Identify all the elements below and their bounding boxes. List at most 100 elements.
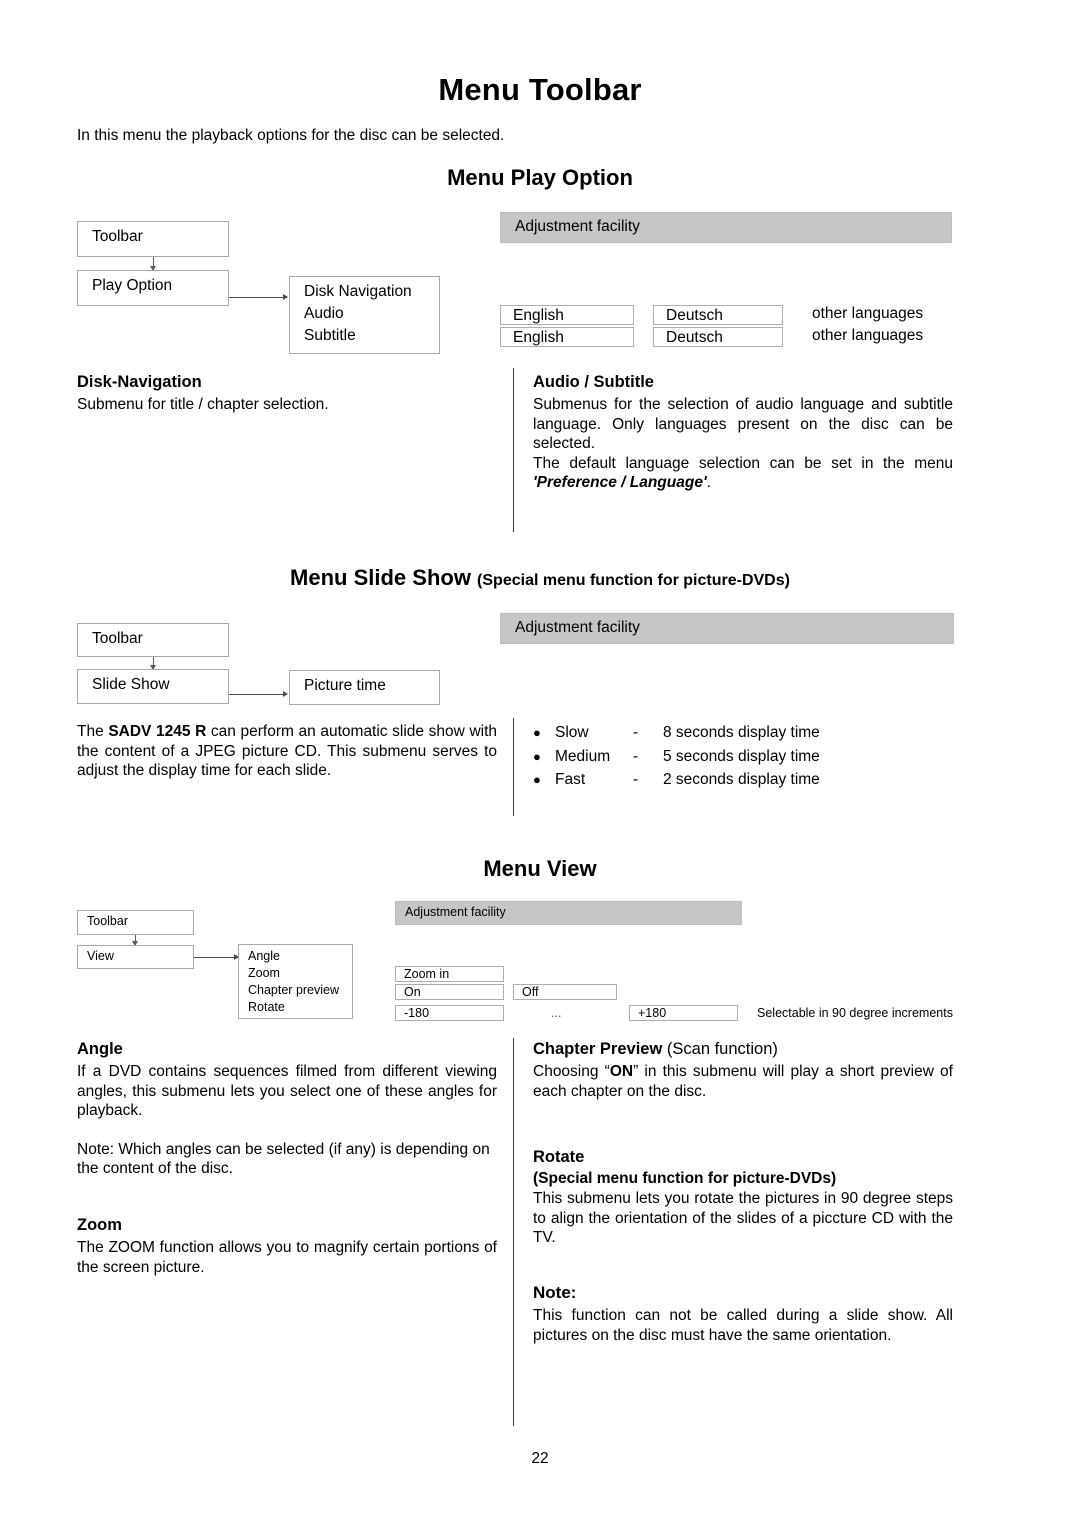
slideshow-adjustment-facility-band: Adjustment facility [500, 613, 954, 644]
play-submenu-item-subtitle[interactable]: Subtitle [304, 325, 439, 347]
audio-subtitle-title: Audio / Subtitle [533, 373, 654, 391]
document-page: Menu Toolbar In this menu the playback o… [0, 0, 1080, 1528]
play-submenu-item-disk-navigation[interactable]: Disk Navigation [304, 281, 439, 303]
angle-para-2: Note: Which angles can be selected (if a… [77, 1140, 490, 1178]
slideshow-arrow-slideshow-to-picturetime [229, 691, 288, 697]
rotate-subtitle: (Special menu function for picture-DVDs) [533, 1170, 837, 1187]
speed-name-fast: Fast [555, 771, 586, 788]
chapter-preview-para-prefix: Choosing “ [533, 1063, 610, 1080]
list-item: ● Fast - 2 seconds display time [533, 770, 953, 790]
list-item: ● Slow - 8 seconds display time [533, 723, 953, 743]
subtitle-option-deutsch[interactable]: Deutsch [653, 327, 783, 347]
audio-option-deutsch[interactable]: Deutsch [653, 305, 783, 325]
chapter-preview-section: Chapter Preview (Scan function) Choosing… [533, 1040, 953, 1101]
play-option-box[interactable]: Play Option [77, 270, 229, 306]
page-title: Menu Toolbar [438, 72, 642, 107]
menu-slide-show-heading: Menu Slide Show (Special menu function f… [0, 565, 1080, 591]
audio-option-english[interactable]: English [500, 305, 634, 325]
slideshow-arrow-toolbar-to-slideshow [150, 657, 156, 670]
rotate-ellipsis: ... [551, 1006, 562, 1020]
speed-value-slow: 8 seconds display time [663, 724, 820, 741]
zoom-option-zoom-in[interactable]: Zoom in [395, 966, 504, 982]
audio-subtitle-para-2: The default language selection can be se… [533, 454, 953, 493]
rotate-para-1: This submenu lets you rotate the picture… [533, 1190, 953, 1246]
view-submenu-item-rotate[interactable]: Rotate [248, 999, 352, 1016]
view-submenu-item-zoom[interactable]: Zoom [248, 965, 352, 982]
view-submenu-box[interactable]: Angle Zoom Chapter preview Rotate [238, 944, 353, 1019]
zoom-section: Zoom The ZOOM function allows you to mag… [77, 1216, 497, 1277]
speed-name-slow: Slow [555, 724, 589, 741]
angle-spacer [77, 1121, 497, 1140]
speed-name-medium: Medium [555, 747, 611, 765]
speed-value-medium: 5 seconds display time [663, 747, 820, 765]
note-para-1: This function can not be called during a… [533, 1307, 953, 1344]
chapter-preview-option-off[interactable]: Off [513, 984, 617, 1000]
bullet-icon: ● [533, 725, 541, 740]
view-submenu-item-angle[interactable]: Angle [248, 948, 352, 965]
play-option-column-divider [513, 368, 514, 532]
speed-dash-slow: - [633, 724, 639, 741]
note-title: Note: [533, 1283, 577, 1302]
angle-title: Angle [77, 1040, 123, 1058]
chapter-preview-title-bold: Chapter Preview [533, 1040, 667, 1058]
menu-view-heading: Menu View [483, 856, 597, 881]
view-submenu-item-chapter-preview[interactable]: Chapter preview [248, 982, 352, 999]
audio-subtitle-para-2-suffix: . [706, 474, 711, 491]
slideshow-toolbar-box[interactable]: Toolbar [77, 623, 229, 657]
view-view-box[interactable]: View [77, 945, 194, 969]
menu-play-option-heading: Menu Play Option [447, 165, 633, 190]
rotate-increment-note: Selectable in 90 degree increments [757, 1006, 953, 1020]
speed-dash-medium: - [633, 747, 639, 765]
slideshow-description: The SADV 1245 R can perform an automatic… [77, 722, 497, 781]
slideshow-speed-list: ● Slow - 8 seconds display time ● Medium… [533, 723, 953, 794]
chapter-preview-title-light: (Scan function) [666, 1040, 778, 1058]
view-adjustment-facility-band: Adjustment facility [395, 901, 742, 925]
view-arrow-toolbar-to-view [132, 935, 138, 946]
slideshow-picture-time-box[interactable]: Picture time [289, 670, 440, 705]
subtitle-option-other-languages: other languages [812, 327, 924, 344]
angle-section: Angle If a DVD contains sequences filmed… [77, 1040, 497, 1179]
bullet-icon: ● [533, 772, 541, 787]
bullet-icon: ● [533, 748, 541, 764]
menu-view-column-divider [513, 1038, 514, 1426]
play-submenu-box[interactable]: Disk Navigation Audio Subtitle [289, 276, 440, 354]
play-adjustment-facility-band: Adjustment facility [500, 212, 952, 243]
audio-subtitle-para-1: Submenus for the selection of audio lang… [533, 396, 953, 452]
play-toolbar-box[interactable]: Toolbar [77, 221, 229, 257]
view-toolbar-box[interactable]: Toolbar [77, 910, 194, 935]
chapter-preview-on-keyword: ON [609, 1063, 634, 1080]
rotate-option-plus-180[interactable]: +180 [629, 1005, 738, 1021]
intro-paragraph: In this menu the playback options for th… [77, 127, 505, 144]
chapter-preview-option-on[interactable]: On [395, 984, 504, 1000]
chapter-preview-title: Chapter Preview (Scan function) [533, 1040, 953, 1059]
list-item: ● Medium - 5 seconds display time [533, 747, 953, 767]
note-section: Note: This function can not be called du… [533, 1283, 953, 1345]
play-arrow-playoption-to-submenu [229, 294, 288, 300]
audio-subtitle-para-2-prefix: The default language selection can be se… [533, 454, 953, 472]
page-number: 22 [531, 1450, 549, 1467]
slideshow-description-prefix: The [77, 723, 109, 740]
view-arrow-view-to-submenu [194, 954, 239, 960]
disk-navigation-section: Disk-Navigation Submenu for title / chap… [77, 373, 497, 415]
play-submenu-item-audio[interactable]: Audio [304, 303, 439, 325]
zoom-para-1: The ZOOM function allows you to magnify … [77, 1239, 497, 1276]
disk-navigation-body: Submenu for title / chapter selection. [77, 396, 329, 413]
rotate-option-minus-180[interactable]: -180 [395, 1005, 504, 1021]
chapter-preview-para-1: Choosing “ON” in this submenu will play … [533, 1062, 953, 1101]
audio-option-other-languages: other languages [812, 305, 924, 322]
speed-dash-fast: - [633, 771, 639, 788]
play-arrow-toolbar-to-playoption [150, 257, 156, 271]
rotate-section: Rotate (Special menu function for pictur… [533, 1148, 953, 1248]
disk-navigation-title: Disk-Navigation [77, 373, 202, 391]
slideshow-model-name: SADV 1245 R [108, 723, 207, 740]
menu-slide-show-heading-sub: (Special menu function for picture-DVDs) [477, 572, 790, 589]
zoom-title: Zoom [77, 1216, 122, 1234]
slide-show-column-divider [513, 718, 514, 816]
preference-language-emphasis: 'Preference / Language' [533, 474, 707, 491]
menu-slide-show-heading-main: Menu Slide Show [290, 565, 478, 590]
speed-value-fast: 2 seconds display time [663, 771, 820, 788]
rotate-title: Rotate [533, 1148, 585, 1166]
angle-para-1: If a DVD contains sequences filmed from … [77, 1063, 497, 1119]
subtitle-option-english[interactable]: English [500, 327, 634, 347]
slideshow-slide-show-box[interactable]: Slide Show [77, 669, 229, 704]
